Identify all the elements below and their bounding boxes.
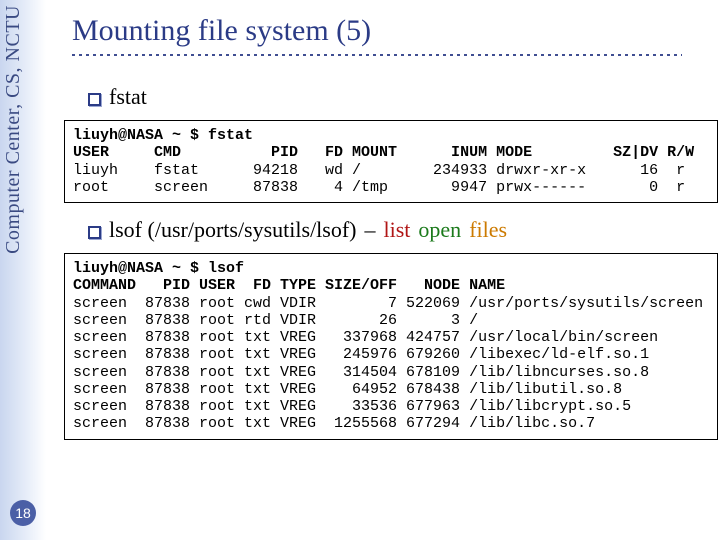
fstat-header: USER CMD PID FD MOUNT INUM MODE SZ|DV R/… bbox=[73, 144, 694, 161]
lsof-row: screen 87838 root cwd VDIR 7 522069 /usr… bbox=[73, 295, 703, 312]
lsof-row: screen 87838 root txt VREG 64952 678438 … bbox=[73, 381, 622, 398]
lsof-files-word: files bbox=[469, 217, 507, 243]
lsof-row: screen 87838 root txt VREG 1255568 67729… bbox=[73, 415, 595, 432]
bullet-icon bbox=[88, 226, 101, 239]
fstat-row: root screen 87838 4 /tmp 9947 prwx------… bbox=[73, 179, 685, 196]
dash: – bbox=[365, 217, 376, 243]
lsof-row: screen 87838 root txt VREG 314504 678109… bbox=[73, 364, 649, 381]
lsof-row: screen 87838 root txt VREG 33536 677963 … bbox=[73, 398, 631, 415]
lsof-list-word: list bbox=[384, 217, 411, 243]
lsof-row: screen 87838 root rtd VDIR 26 3 / bbox=[73, 312, 478, 329]
lsof-row: screen 87838 root txt VREG 245976 679260… bbox=[73, 346, 649, 363]
lsof-header: COMMAND PID USER FD TYPE SIZE/OFF NODE N… bbox=[73, 277, 505, 294]
bullet-icon bbox=[88, 93, 101, 106]
bullet-fstat-text: fstat bbox=[109, 84, 147, 110]
page-title: Mounting file system (5) bbox=[72, 14, 704, 48]
bullet-lsof: lsof (/usr/ports/sysutils/lsof) – list o… bbox=[88, 217, 704, 243]
lsof-row: screen 87838 root txt VREG 337968 424757… bbox=[73, 329, 658, 346]
bullet-fstat: fstat bbox=[88, 84, 704, 110]
lsof-prompt: liuyh@NASA ~ $ lsof bbox=[73, 260, 244, 277]
slide-content: Mounting file system (5) fstat liuyh@NAS… bbox=[50, 0, 716, 454]
page-number: 18 bbox=[10, 500, 36, 526]
fstat-prompt: liuyh@NASA ~ $ fstat bbox=[73, 127, 253, 144]
fstat-row: liuyh fstat 94218 wd / 234933 drwxr-xr-x… bbox=[73, 162, 685, 179]
lsof-output: liuyh@NASA ~ $ lsof COMMAND PID USER FD … bbox=[64, 253, 718, 440]
sidebar-text: Computer Center, CS, NCTU bbox=[2, 5, 25, 254]
title-underline bbox=[72, 54, 682, 56]
fstat-output: liuyh@NASA ~ $ fstat USER CMD PID FD MOU… bbox=[64, 120, 718, 203]
lsof-open-word: open bbox=[418, 217, 461, 243]
bullet-lsof-prefix: lsof (/usr/ports/sysutils/lsof) bbox=[109, 217, 357, 243]
